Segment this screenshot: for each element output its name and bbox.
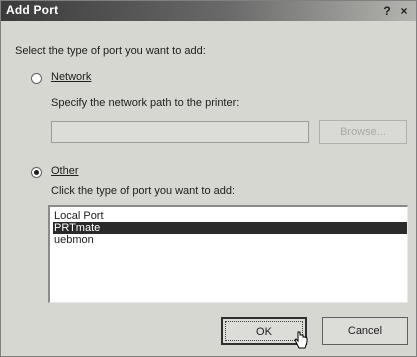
help-button[interactable]: ?	[381, 4, 393, 18]
title-buttons: ? ×	[381, 4, 410, 18]
hand-cursor-icon	[294, 331, 308, 349]
network-radio[interactable]	[31, 73, 42, 84]
port-type-hint: Click the type of port you want to add:	[51, 185, 236, 197]
port-type-listbox[interactable]: Local Port PRTmate uebmon	[48, 205, 408, 303]
other-radio-label[interactable]: Other	[51, 165, 79, 177]
other-radio[interactable]	[31, 167, 42, 178]
browse-button[interactable]: Browse...	[319, 120, 407, 144]
network-path-hint: Specify the network path to the printer:	[51, 97, 240, 109]
port-type-prompt: Select the type of port you want to add:	[15, 45, 206, 57]
window-title: Add Port	[6, 3, 59, 17]
cancel-button[interactable]: Cancel	[322, 317, 408, 345]
network-path-input[interactable]	[51, 121, 309, 143]
port-list-item[interactable]: uebmon	[53, 234, 407, 246]
title-bar[interactable]: Add Port ? ×	[1, 1, 416, 21]
port-list-item[interactable]: PRTmate	[53, 222, 407, 234]
add-port-dialog: Add Port ? × Select the type of port you…	[0, 0, 417, 357]
port-list-item[interactable]: Local Port	[53, 210, 407, 222]
close-button[interactable]: ×	[398, 4, 410, 18]
network-radio-label[interactable]: Network	[51, 71, 91, 83]
